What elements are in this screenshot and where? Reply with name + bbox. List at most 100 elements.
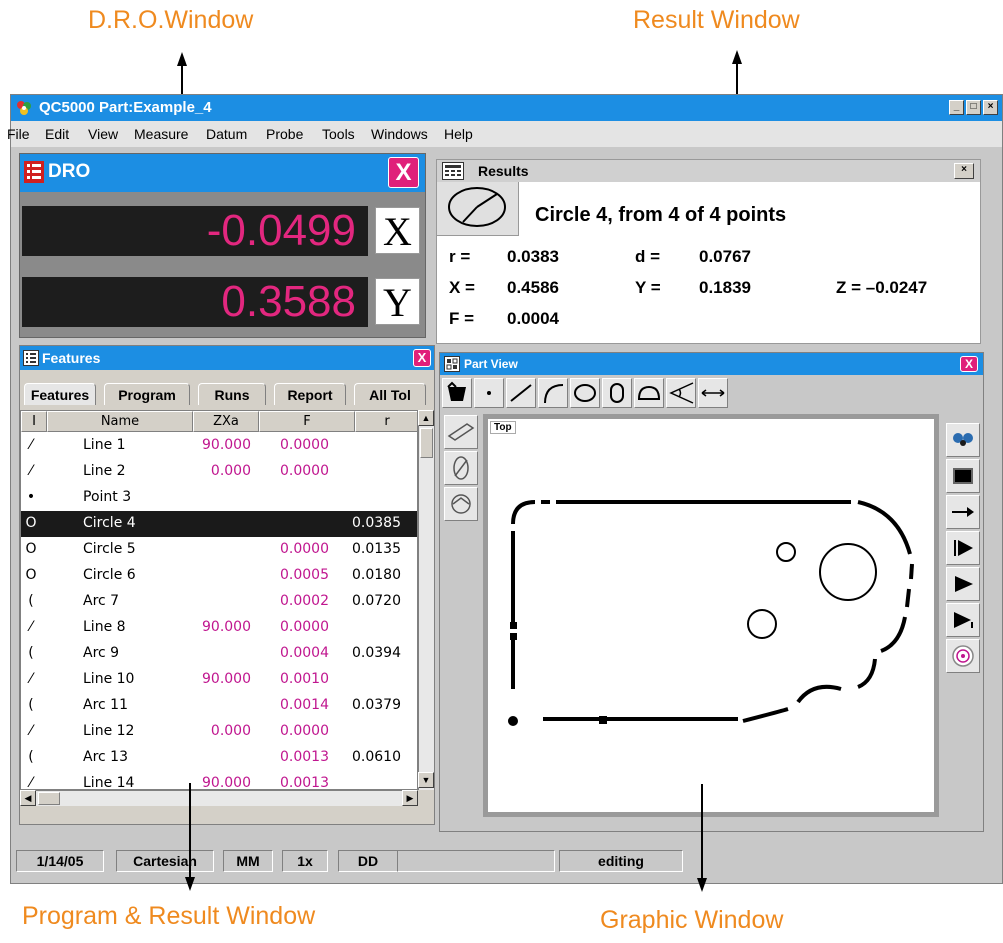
dro-x-axis-button[interactable]: X [375, 207, 420, 254]
measure-line-button[interactable] [506, 378, 536, 408]
point-icon [487, 391, 491, 395]
feature-name: Line 12 [83, 723, 135, 739]
table-row[interactable]: • Point 3 [21, 485, 417, 511]
zoom-fit-button[interactable] [946, 459, 980, 493]
construct-button[interactable] [444, 415, 478, 449]
result-f-value: 0.0004 [507, 309, 559, 328]
table-row[interactable]: ⁄ Line 14 90.000 0.0013 [21, 771, 417, 790]
result-d-value: 0.0767 [699, 247, 751, 266]
tab-runs[interactable]: Runs [198, 383, 266, 405]
column-header-zxa[interactable]: ZXa [193, 411, 259, 432]
status-coordinate-system[interactable]: Cartesian [116, 850, 214, 872]
table-row[interactable]: ( Arc 7 0.0002 0.0720 [21, 589, 417, 615]
balloon-icon [953, 433, 973, 446]
table-row[interactable]: ⁄ Line 2 0.000 0.0000 [21, 459, 417, 485]
column-header-name[interactable]: Name [47, 411, 193, 432]
features-icon [23, 350, 39, 366]
angle-icon [669, 382, 694, 404]
table-row[interactable]: ⁄ Line 1 90.000 0.0000 [21, 433, 417, 459]
table-row[interactable]: ( Arc 9 0.0004 0.0394 [21, 641, 417, 667]
maximize-button[interactable]: □ [966, 100, 981, 115]
scroll-up-icon[interactable]: ▲ [418, 410, 434, 426]
column-header-i[interactable]: I [21, 411, 47, 432]
menu-windows[interactable]: Windows [371, 126, 428, 142]
vertical-scroll-thumb[interactable] [420, 428, 433, 458]
scroll-right-icon[interactable]: ▶ [402, 790, 418, 806]
measure-circle-button[interactable] [570, 378, 600, 408]
scroll-left-icon[interactable]: ◀ [20, 790, 36, 806]
feature-f: 0.0000 [280, 541, 329, 557]
feature-name: Arc 13 [83, 749, 128, 765]
measure-angle-button[interactable] [666, 378, 696, 408]
close-window-button[interactable]: × [983, 100, 998, 115]
status-units[interactable]: MM [223, 850, 273, 872]
measure-blob-button[interactable] [634, 378, 664, 408]
status-empty-field [397, 850, 555, 872]
line-icon [510, 384, 532, 402]
menu-measure[interactable]: Measure [134, 126, 188, 142]
menu-edit[interactable]: Edit [45, 126, 69, 142]
minimize-button[interactable]: _ [949, 100, 964, 115]
table-row-selected[interactable]: O Circle 4 0.0385 [21, 511, 417, 537]
horizontal-scrollbar[interactable]: ◀ ▶ [20, 790, 418, 806]
feature-zxa: 90.000 [202, 775, 251, 790]
table-row[interactable]: O Circle 6 0.0005 0.0180 [21, 563, 417, 589]
arc-feature-icon: ( [28, 645, 34, 661]
run-once-button[interactable] [946, 603, 980, 637]
table-row[interactable]: ⁄ Line 10 90.000 0.0010 [21, 667, 417, 693]
status-zoom[interactable]: 1x [282, 850, 328, 872]
measure-point-button[interactable] [474, 378, 504, 408]
dro-close-button[interactable]: X [388, 157, 419, 188]
target-button[interactable] [946, 423, 980, 457]
column-header-f[interactable]: F [259, 411, 355, 432]
part-view-icon [444, 356, 460, 372]
feature-f: 0.0013 [280, 775, 329, 790]
probe-tool-button[interactable] [442, 378, 472, 408]
tab-features[interactable]: Features [24, 383, 96, 405]
menu-view[interactable]: View [88, 126, 118, 142]
step-forward-button[interactable] [946, 495, 980, 529]
graphic-canvas[interactable]: Top [483, 414, 939, 817]
measure-arc-button[interactable] [538, 378, 568, 408]
results-title-bar: Results × [437, 160, 980, 182]
table-row[interactable]: O Circle 5 0.0000 0.0135 [21, 537, 417, 563]
target-view-button[interactable] [946, 639, 980, 673]
dro-title: DRO [48, 161, 91, 182]
feature-zxa: 0.000 [210, 723, 251, 739]
part-view-close-button[interactable]: X [960, 356, 978, 372]
vertical-scrollbar[interactable]: ▲ ▼ [418, 410, 434, 790]
title-bar[interactable]: QC5000 Part:Example_4 _ □ × [11, 95, 1002, 121]
features-close-button[interactable]: X [413, 349, 431, 367]
menu-help[interactable]: Help [444, 126, 473, 142]
table-row[interactable]: ( Arc 11 0.0014 0.0379 [21, 693, 417, 719]
feature-f: 0.0004 [280, 645, 329, 661]
orientation-button[interactable] [444, 451, 478, 485]
run-button[interactable] [946, 567, 980, 601]
column-header-r[interactable]: r [355, 411, 417, 432]
circle-feature-icon: O [25, 541, 37, 557]
tab-report[interactable]: Report [274, 383, 346, 405]
table-row[interactable]: ( Arc 13 0.0013 0.0610 [21, 745, 417, 771]
table-row[interactable]: ⁄ Line 12 0.000 0.0000 [21, 719, 417, 745]
measure-distance-button[interactable] [698, 378, 728, 408]
table-row[interactable]: ⁄ Line 8 90.000 0.0000 [21, 615, 417, 641]
tab-program[interactable]: Program [104, 383, 190, 405]
menu-datum[interactable]: Datum [206, 126, 247, 142]
status-angle-format[interactable]: DD [338, 850, 398, 872]
square-icon [953, 468, 973, 484]
dro-icon [24, 161, 44, 183]
run-from-start-button[interactable] [946, 531, 980, 565]
menu-file[interactable]: File [7, 126, 30, 142]
results-close-button[interactable]: × [954, 163, 974, 179]
horizontal-scroll-thumb[interactable] [38, 792, 60, 805]
menu-probe[interactable]: Probe [266, 126, 303, 142]
feature-zxa: 0.000 [210, 463, 251, 479]
tab-all-tol[interactable]: All Tol [354, 383, 426, 405]
dro-x-readout: -0.0499 [22, 206, 368, 256]
scroll-down-icon[interactable]: ▼ [418, 772, 434, 788]
dro-y-axis-button[interactable]: Y [375, 278, 420, 325]
dro-window: DRO X -0.0499 X 0.3588 Y [19, 153, 426, 338]
measure-slot-button[interactable] [602, 378, 632, 408]
rotate-view-button[interactable] [444, 487, 478, 521]
menu-tools[interactable]: Tools [322, 126, 355, 142]
